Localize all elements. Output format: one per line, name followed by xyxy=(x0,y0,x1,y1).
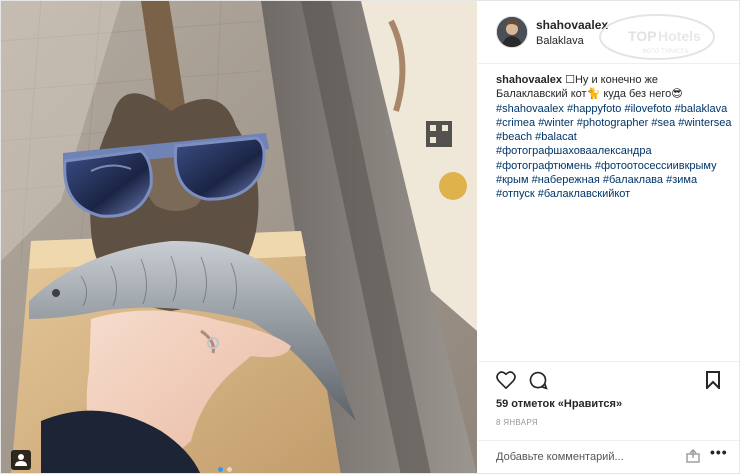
hashtag-link[interactable]: #sea xyxy=(651,117,675,129)
post-photo[interactable] xyxy=(1,1,477,473)
hashtag-link[interactable]: #beach xyxy=(496,131,532,143)
hashtag-link[interactable]: #балаклавскийкот xyxy=(538,188,630,200)
more-options-icon[interactable]: ••• xyxy=(710,444,728,460)
hashtag-link[interactable]: #набережная xyxy=(532,174,600,186)
instagram-post: shahovaalex Balaklava TOP Hotels ФОТО ТУ… xyxy=(0,0,740,474)
svg-text:Hotels: Hotels xyxy=(658,28,701,44)
hashtag-link[interactable]: #ilovefoto xyxy=(624,103,671,115)
post-caption: shahovaalex ☐Ну и конечно же Балаклавски… xyxy=(496,73,732,202)
hashtag-link[interactable]: #балаклава xyxy=(603,174,663,186)
tophotels-watermark-logo: TOP Hotels ФОТО ТУРИСТА xyxy=(599,14,715,60)
upload-icon[interactable] xyxy=(686,449,700,463)
caption-hashtags: #shahovaalex #happyfoto #ilovefoto #bala… xyxy=(496,103,731,201)
caption-author[interactable]: shahovaalex xyxy=(496,74,562,86)
likes-count[interactable]: 59 отметок «Нравится» xyxy=(496,398,622,410)
hashtag-link[interactable]: #shahovaalex xyxy=(496,103,564,115)
carousel-indicator xyxy=(216,459,234,473)
hashtag-link[interactable]: #фотографшаховаалександра xyxy=(496,145,652,157)
comment-input[interactable] xyxy=(496,449,656,465)
caption-text-segment: куда без него xyxy=(600,88,672,101)
hashtag-link[interactable]: #крым xyxy=(496,174,529,186)
hashtag-link[interactable]: #wintersea xyxy=(678,117,731,129)
carousel-dot-active xyxy=(218,467,223,472)
person-tag-icon[interactable] xyxy=(11,450,31,470)
bookmark-icon[interactable] xyxy=(706,371,720,389)
hashtag-link[interactable]: #отпуск xyxy=(496,188,535,200)
avatar[interactable] xyxy=(496,16,528,48)
hashtag-link[interactable]: #crimea xyxy=(496,117,535,129)
hashtag-link[interactable]: #зима xyxy=(666,174,697,186)
post-location[interactable]: Balaklava xyxy=(536,35,584,47)
caption-emoji: 🐈 xyxy=(586,88,601,101)
comment-icon[interactable] xyxy=(528,370,548,390)
photo-illustration xyxy=(1,1,477,473)
hashtag-link[interactable]: #фотоотосессиивкрыму xyxy=(595,160,717,172)
hashtag-link[interactable]: #balaklava xyxy=(675,103,728,115)
post-header: shahovaalex Balaklava TOP Hotels ФОТО ТУ… xyxy=(478,1,739,64)
svg-text:ФОТО ТУРИСТА: ФОТО ТУРИСТА xyxy=(642,49,688,55)
hashtag-link[interactable]: #фотографтюмень xyxy=(496,160,592,172)
hashtag-link[interactable]: #happyfoto xyxy=(567,103,621,115)
caption-emoji: 😎 xyxy=(671,88,683,101)
heart-icon[interactable] xyxy=(496,371,516,389)
svg-text:TOP: TOP xyxy=(628,28,657,44)
carousel-dot xyxy=(227,467,232,472)
hashtag-link[interactable]: #balacat xyxy=(535,131,577,143)
hashtag-link[interactable]: #photographer xyxy=(577,117,649,129)
comment-box: ••• xyxy=(478,440,739,473)
hashtag-link[interactable]: #winter xyxy=(538,117,573,129)
post-actions: 59 отметок «Нравится» 8 ЯНВАРЯ ••• xyxy=(478,361,739,473)
post-side-panel: shahovaalex Balaklava TOP Hotels ФОТО ТУ… xyxy=(478,1,739,473)
post-date[interactable]: 8 ЯНВАРЯ xyxy=(496,418,538,427)
